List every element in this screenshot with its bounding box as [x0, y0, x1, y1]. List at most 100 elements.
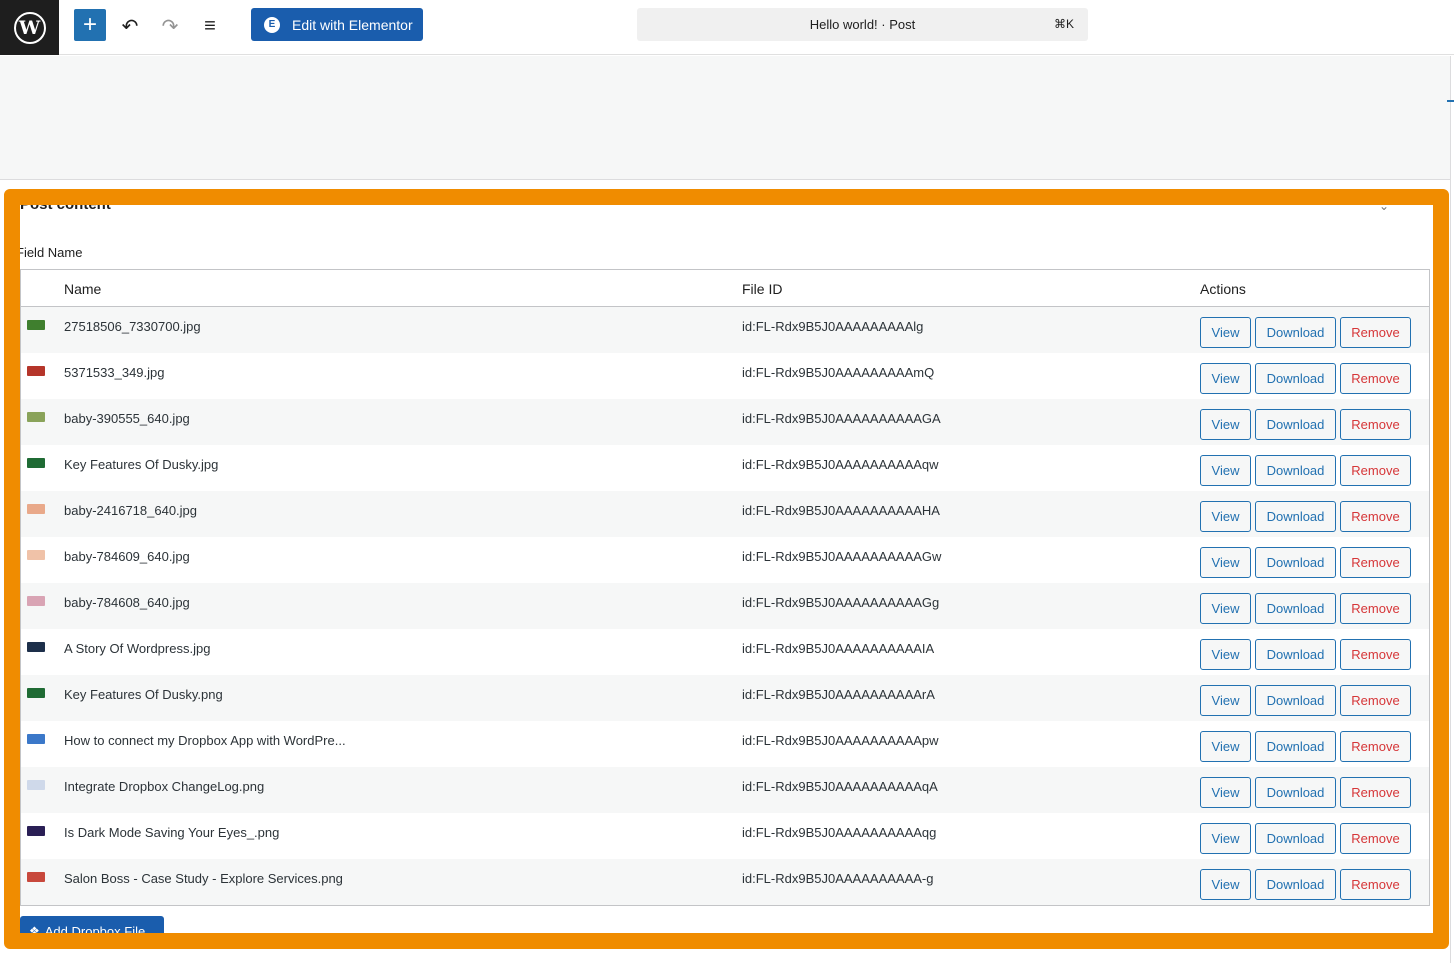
command-shortcut: ⌘K: [1053, 17, 1074, 31]
view-button[interactable]: View: [1200, 685, 1251, 716]
download-button[interactable]: Download: [1255, 685, 1336, 716]
view-button[interactable]: View: [1200, 869, 1251, 900]
file-id: id:FL-Rdx9B5J0AAAAAAAAAAIA: [742, 641, 935, 656]
file-id: id:FL-Rdx9B5J0AAAAAAAAAAqA: [742, 779, 938, 794]
table-row: Salon Boss - Case Study - Explore Servic…: [21, 859, 1429, 905]
table-row: baby-784608_640.jpg id:FL-Rdx9B5J0AAAAAAA…: [21, 583, 1429, 629]
view-button[interactable]: View: [1200, 777, 1251, 808]
file-thumbnail: [27, 504, 45, 514]
table-row: baby-784609_640.jpg id:FL-Rdx9B5J0AAAAAAA…: [21, 537, 1429, 583]
file-name: baby-2416718_640.jpg: [64, 503, 198, 518]
view-button[interactable]: View: [1200, 317, 1251, 348]
download-button[interactable]: Download: [1255, 547, 1336, 578]
download-button[interactable]: Download: [1255, 731, 1336, 762]
command-title: Hello world! · Post: [809, 17, 916, 32]
view-button[interactable]: View: [1200, 501, 1251, 532]
field-name-label: Field Name: [16, 245, 83, 260]
view-button[interactable]: View: [1200, 409, 1251, 440]
edit-with-elementor-button[interactable]: E Edit with Elementor: [251, 8, 423, 41]
table-row: Key Features Of Dusky.jpg id:FL-Rdx9B5J0A…: [21, 445, 1429, 491]
file-thumbnail: [27, 734, 45, 744]
file-thumbnail: [27, 366, 45, 376]
undo-icon[interactable]: ↶: [114, 10, 146, 42]
download-button[interactable]: Download: [1255, 869, 1336, 900]
download-button[interactable]: Download: [1255, 455, 1336, 486]
remove-button[interactable]: Remove: [1340, 823, 1411, 854]
file-thumbnail: [27, 320, 45, 330]
elementor-button-label: Edit with Elementor: [292, 16, 413, 33]
table-body: 27518506_7330700.jpg id:FL-Rdx9B5J0AAAAAA…: [21, 307, 1429, 905]
remove-button[interactable]: Remove: [1340, 455, 1411, 486]
panel-toggle-icons[interactable]: ⌃⌄: [1355, 205, 1403, 213]
table-row: How to connect my Dropbox App with WordP…: [21, 721, 1429, 767]
file-name: baby-390555_640.jpg: [64, 411, 190, 426]
table-row: Key Features Of Dusky.png id:FL-Rdx9B5J0A…: [21, 675, 1429, 721]
download-button[interactable]: Download: [1255, 501, 1336, 532]
file-thumbnail: [27, 458, 45, 468]
add-dropbox-file-button[interactable]: ❖ Add Dropbox File: [20, 916, 164, 939]
remove-button[interactable]: Remove: [1340, 777, 1411, 808]
file-id: id:FL-Rdx9B5J0AAAAAAAAAApw: [742, 733, 939, 748]
table-row: 5371533_349.jpg id:FL-Rdx9B5J0AAAAAAAAAmQ…: [21, 353, 1429, 399]
remove-button[interactable]: Remove: [1340, 501, 1411, 532]
remove-button[interactable]: Remove: [1340, 639, 1411, 670]
redo-icon[interactable]: ↷: [154, 10, 186, 42]
add-block-button[interactable]: +: [74, 9, 106, 41]
file-id: id:FL-Rdx9B5J0AAAAAAAAAmQ: [742, 365, 935, 380]
view-button[interactable]: View: [1200, 547, 1251, 578]
download-button[interactable]: Download: [1255, 363, 1336, 394]
view-button[interactable]: View: [1200, 639, 1251, 670]
download-button[interactable]: Download: [1255, 823, 1336, 854]
file-id: id:FL-Rdx9B5J0AAAAAAAAAAqg: [742, 825, 937, 840]
command-palette-bar[interactable]: Hello world! · Post ⌘K: [637, 8, 1088, 41]
view-button[interactable]: View: [1200, 731, 1251, 762]
file-thumbnail: [27, 412, 45, 422]
document-overview-icon[interactable]: ≡: [194, 10, 226, 42]
file-id: id:FL-Rdx9B5J0AAAAAAAAAAGg: [742, 595, 940, 610]
file-thumbnail: [27, 872, 45, 882]
table-row: baby-390555_640.jpg id:FL-Rdx9B5J0AAAAAAA…: [21, 399, 1429, 445]
column-actions: Actions: [1200, 281, 1246, 297]
wordpress-icon: W: [13, 11, 46, 44]
file-thumbnail: [27, 826, 45, 836]
remove-button[interactable]: Remove: [1340, 593, 1411, 624]
table-row: baby-2416718_640.jpg id:FL-Rdx9B5J0AAAAAA…: [21, 491, 1429, 537]
editor-canvas: [0, 56, 1450, 180]
download-button[interactable]: Download: [1255, 317, 1336, 348]
sidebar-edge: [1450, 56, 1454, 963]
wordpress-logo-button[interactable]: W: [0, 0, 59, 55]
file-id: id:FL-Rdx9B5J0AAAAAAAAAAqw: [742, 457, 939, 472]
editor-toolbar: W + ↶ ↷ ≡ E Edit with Elementor Hello wo…: [0, 0, 1454, 55]
view-button[interactable]: View: [1200, 363, 1251, 394]
file-name: baby-784608_640.jpg: [64, 595, 190, 610]
remove-button[interactable]: Remove: [1340, 731, 1411, 762]
download-button[interactable]: Download: [1255, 639, 1336, 670]
file-thumbnail: [27, 550, 45, 560]
file-name: How to connect my Dropbox App with WordP…: [64, 733, 346, 748]
remove-button[interactable]: Remove: [1340, 685, 1411, 716]
file-name: Key Features Of Dusky.png: [64, 687, 223, 702]
remove-button[interactable]: Remove: [1340, 317, 1411, 348]
file-id: id:FL-Rdx9B5J0AAAAAAAAAAHA: [742, 503, 940, 518]
add-dropbox-file-label: Add Dropbox File: [44, 924, 146, 939]
column-name: Name: [64, 281, 102, 297]
remove-button[interactable]: Remove: [1340, 547, 1411, 578]
download-button[interactable]: Download: [1255, 593, 1336, 624]
table-row: 27518506_7330700.jpg id:FL-Rdx9B5J0AAAAAA…: [21, 307, 1429, 353]
remove-button[interactable]: Remove: [1340, 363, 1411, 394]
download-button[interactable]: Download: [1255, 409, 1336, 440]
view-button[interactable]: View: [1200, 593, 1251, 624]
file-name: Salon Boss - Case Study - Explore Servic…: [64, 871, 343, 886]
highlighted-panel: Post content ⌃⌄ Field Name Name File ID …: [4, 189, 1449, 949]
file-name: 5371533_349.jpg: [64, 365, 165, 380]
dropbox-icon: ❖: [29, 924, 40, 938]
file-id: id:FL-Rdx9B5J0AAAAAAAAAA-g: [742, 871, 934, 886]
view-button[interactable]: View: [1200, 823, 1251, 854]
download-button[interactable]: Download: [1255, 777, 1336, 808]
file-thumbnail: [27, 596, 45, 606]
sidebar-tab-indicator: [1447, 100, 1454, 102]
remove-button[interactable]: Remove: [1340, 409, 1411, 440]
view-button[interactable]: View: [1200, 455, 1251, 486]
remove-button[interactable]: Remove: [1340, 869, 1411, 900]
file-id: id:FL-Rdx9B5J0AAAAAAAAAAGw: [742, 549, 942, 564]
